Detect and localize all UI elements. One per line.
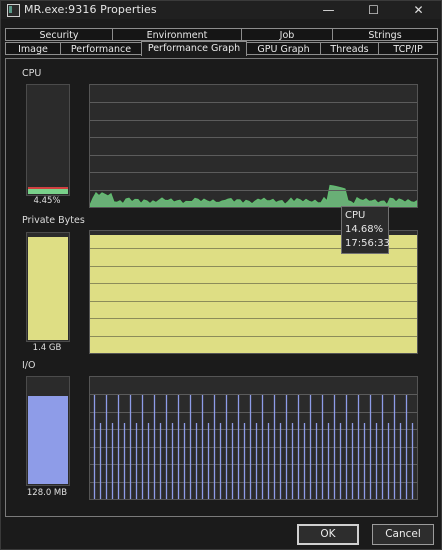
private-bytes-value: 1.4 GB bbox=[32, 343, 62, 353]
graph-cpu-svg bbox=[90, 102, 417, 207]
cpu-value: 4.45% bbox=[33, 196, 61, 206]
cpu-label: CPU bbox=[22, 68, 42, 79]
tab-security[interactable]: Security bbox=[5, 28, 113, 41]
io-gauge bbox=[26, 376, 70, 486]
title-bar[interactable]: MR.exe:9316 Properties — ☐ ✕ bbox=[1, 1, 441, 19]
tooltip-title: CPU bbox=[345, 210, 366, 221]
maximize-button[interactable]: ☐ bbox=[351, 1, 396, 19]
window-title: MR.exe:9316 Properties bbox=[24, 3, 157, 16]
tab-tcpip[interactable]: TCP/IP bbox=[378, 42, 438, 55]
tooltip-time: 17:56:33 bbox=[345, 238, 390, 249]
cpu-gauge-fill bbox=[28, 187, 68, 194]
io-label: I/O bbox=[22, 360, 36, 371]
cpu-history-graph[interactable] bbox=[89, 84, 418, 208]
tab-performance-graph[interactable]: Performance Graph bbox=[141, 41, 247, 56]
io-history-graph[interactable] bbox=[89, 376, 418, 500]
cpu-gauge bbox=[26, 84, 70, 196]
maximize-icon: ☐ bbox=[368, 3, 379, 17]
tab-strip: Security Environment Job Strings Image P… bbox=[5, 28, 438, 58]
tab-job[interactable]: Job bbox=[241, 28, 333, 41]
close-icon: ✕ bbox=[413, 3, 424, 17]
tab-environment[interactable]: Environment bbox=[112, 28, 242, 41]
close-button[interactable]: ✕ bbox=[396, 1, 441, 19]
properties-window: MR.exe:9316 Properties — ☐ ✕ Security En… bbox=[0, 0, 442, 550]
tab-threads[interactable]: Threads bbox=[320, 42, 379, 55]
tooltip-value: 14.68% bbox=[345, 224, 384, 235]
tab-image[interactable]: Image bbox=[5, 42, 61, 55]
private-bytes-gauge-fill bbox=[28, 237, 68, 340]
app-icon bbox=[7, 4, 20, 17]
tab-performance[interactable]: Performance bbox=[60, 42, 142, 55]
io-gauge-fill bbox=[28, 396, 68, 484]
minimize-button[interactable]: — bbox=[306, 1, 351, 19]
tab-strings[interactable]: Strings bbox=[332, 28, 438, 41]
cpu-tooltip: CPU 14.68% 17:56:33 bbox=[341, 206, 390, 254]
minimize-icon: — bbox=[322, 3, 335, 17]
graph-io-svg bbox=[90, 394, 417, 499]
tab-gpu-graph[interactable]: GPU Graph bbox=[246, 42, 321, 55]
ok-button[interactable]: OK bbox=[297, 524, 359, 545]
private-bytes-label: Private Bytes bbox=[22, 215, 85, 226]
cancel-button[interactable]: Cancel bbox=[372, 524, 434, 545]
private-bytes-gauge bbox=[26, 232, 70, 342]
io-value: 128.0 MB bbox=[26, 488, 68, 498]
